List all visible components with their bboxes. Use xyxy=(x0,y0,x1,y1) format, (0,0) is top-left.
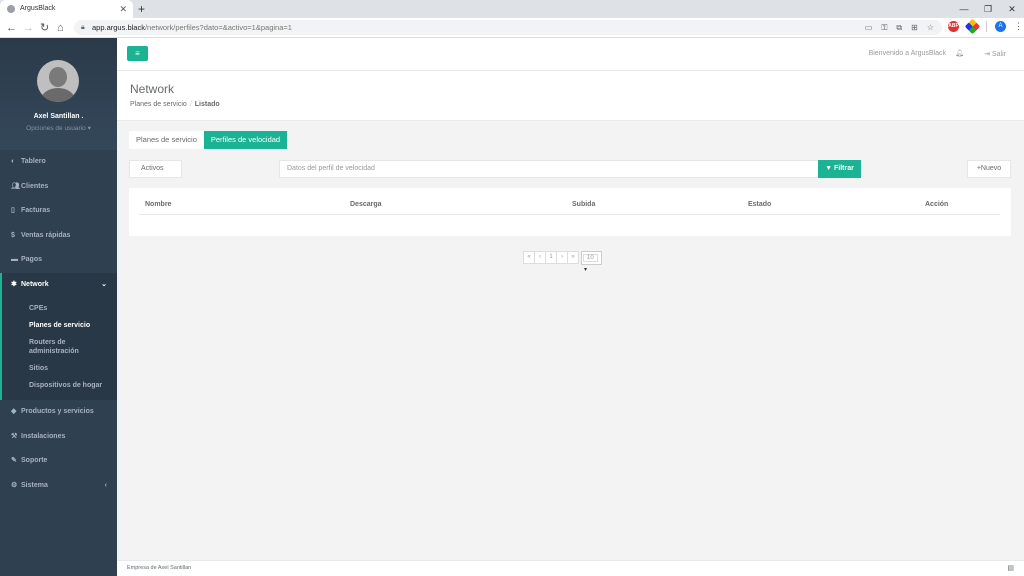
status-select[interactable]: Activos xyxy=(129,160,182,178)
money-icon: ▬ xyxy=(11,256,18,263)
wrench-icon: ⚒ xyxy=(11,432,18,440)
home-icon[interactable]: ⌂ xyxy=(57,20,64,36)
column-header-subida[interactable]: Subida xyxy=(572,201,595,208)
sidebar-item-productos[interactable]: ◆ Productos y servicios xyxy=(0,400,117,425)
network-submenu: CPEs Planes de servicio Routers de admin… xyxy=(0,297,117,400)
browser-toolbar: ← → ↻ ⌂ 🔒︎ app.argus.black/network/perfi… xyxy=(0,18,1024,38)
user-options-dropdown[interactable]: Opciones de usuario ▾ xyxy=(0,124,117,132)
support-icon: ✎ xyxy=(11,457,17,464)
hamburger-icon: ≡ xyxy=(135,49,140,58)
sidebar-item-network[interactable]: ✱ Network ⌄ xyxy=(0,272,117,297)
new-button[interactable]: +Nuevo xyxy=(967,160,1011,178)
sidebar-item-ventas[interactable]: $ Ventas rápidas xyxy=(0,224,117,249)
menu-dots-icon[interactable]: ⋮ xyxy=(1014,21,1023,32)
page-heading: Network Planes de servicio / Listado xyxy=(117,71,1024,121)
lock-icon: 🔒︎ xyxy=(81,24,85,31)
url-host: app.argus.black xyxy=(92,23,145,32)
dashboard-icon: ◐ xyxy=(11,158,16,165)
column-header-estado[interactable]: Estado xyxy=(748,201,771,208)
new-tab-button[interactable]: + xyxy=(138,0,145,18)
adblock-extension-icon[interactable]: ABP xyxy=(948,21,959,32)
submenu-item-routers[interactable]: Routers de administración xyxy=(2,334,117,360)
sidebar-item-instalaciones[interactable]: ⚒ Instalaciones xyxy=(0,425,117,450)
logout-link[interactable]: ⇥ Salir xyxy=(984,50,1006,58)
breadcrumb: Planes de servicio / Listado xyxy=(130,101,220,108)
sidebar: Axel Santillan . Opciones de usuario ▾ ◐… xyxy=(0,38,117,576)
filter-bar: Activos Datos del perfil de velocidad ▼ … xyxy=(129,160,1011,178)
forward-icon[interactable]: → xyxy=(23,20,34,36)
last-page-button[interactable]: » xyxy=(567,251,579,264)
browser-tab-strip: ArgusBlack ✕ + — ❐ ✕ xyxy=(0,0,1024,18)
breadcrumb-current: Listado xyxy=(194,101,220,108)
tag-icon: ◆ xyxy=(11,408,17,415)
chevron-left-icon: ‹ xyxy=(104,481,107,489)
user-name: Axel Santillan . xyxy=(33,113,84,120)
chevron-down-icon: ⌄ xyxy=(101,280,107,288)
sidebar-item-soporte[interactable]: ✎ Soporte xyxy=(0,449,117,474)
network-icon: ✱ xyxy=(11,280,17,288)
colorful-extension-icon[interactable] xyxy=(964,18,981,35)
submenu-item-sitios[interactable]: Sitios xyxy=(2,360,117,377)
table-panel: Nombre Descarga Subida Estado Acción xyxy=(129,188,1011,236)
bell-icon[interactable]: 🔔︎ xyxy=(955,49,964,57)
translate-icon[interactable]: ⊞ xyxy=(911,20,918,35)
avatar xyxy=(37,60,79,102)
restore-icon[interactable]: ❐ xyxy=(976,0,1000,18)
filter-icon: ▼ xyxy=(825,165,835,172)
submenu-item-cpes[interactable]: CPEs xyxy=(2,300,117,317)
tab-title: ArgusBlack xyxy=(20,5,56,12)
pagination: « ‹ 1 › » 10 ▾ xyxy=(523,251,602,273)
dollar-icon: $ xyxy=(11,231,15,239)
cogs-icon: ⚙ xyxy=(11,481,18,489)
search-input[interactable]: Datos del perfil de velocidad xyxy=(279,160,819,178)
column-header-descarga[interactable]: Descarga xyxy=(350,201,382,208)
url-path: /network/perfiles?dato=&activo=1&pagina=… xyxy=(144,23,292,32)
users-icon: 👥︎ xyxy=(11,182,20,190)
window-controls: — ❐ ✕ xyxy=(952,0,1024,18)
back-icon[interactable]: ← xyxy=(6,20,17,36)
welcome-message: Bienvenido a ArgusBlack xyxy=(868,50,946,57)
footer: Empresa de Axel Santillan ▤ xyxy=(117,560,1024,576)
sidebar-item-clientes[interactable]: 👥︎Clientes xyxy=(0,175,117,200)
sidebar-item-facturas[interactable]: ▯ Facturas xyxy=(0,199,117,224)
address-bar[interactable]: 🔒︎ app.argus.black/network/perfiles?dato… xyxy=(74,20,942,35)
close-tab-icon[interactable]: ✕ xyxy=(119,0,127,18)
sign-out-icon: ⇥ xyxy=(984,51,992,58)
profile-panel: Axel Santillan . Opciones de usuario ▾ xyxy=(0,38,117,150)
column-header-nombre[interactable]: Nombre xyxy=(145,201,171,208)
footer-icon: ▤ xyxy=(1007,565,1014,572)
tab-planes-de-servicio[interactable]: Planes de servicio xyxy=(129,131,204,149)
sidebar-item-tablero[interactable]: ◐ Tablero xyxy=(0,150,117,175)
close-window-icon[interactable]: ✕ xyxy=(1000,0,1024,18)
reload-icon[interactable]: ↻ xyxy=(40,20,49,36)
favicon-icon xyxy=(7,5,15,13)
cast-icon[interactable]: ▭ xyxy=(865,20,873,35)
extensions: ABP A ⋮ xyxy=(948,18,1023,35)
footer-text: Empresa de Axel Santillan xyxy=(127,565,192,571)
minimize-icon[interactable]: — xyxy=(952,0,976,18)
sidebar-item-sistema[interactable]: ⚙ Sistema ‹ xyxy=(0,474,117,499)
profile-avatar-icon[interactable]: A xyxy=(995,21,1006,32)
file-icon: ▯ xyxy=(11,207,15,214)
toolbar-divider xyxy=(986,21,987,32)
submenu-item-planes[interactable]: Planes de servicio xyxy=(2,317,117,334)
open-in-icon[interactable]: ⧉ xyxy=(896,20,902,35)
tab-perfiles-de-velocidad[interactable]: Perfiles de velocidad xyxy=(203,131,288,149)
page-title: Network xyxy=(130,82,175,96)
key-icon[interactable]: ⚿ xyxy=(881,20,887,35)
top-navbar: ≡ Bienvenido a ArgusBlack 🔔︎ ⇥ Salir xyxy=(117,38,1024,71)
breadcrumb-parent[interactable]: Planes de servicio xyxy=(130,101,187,108)
page-size-select[interactable]: 10 ▾ xyxy=(581,251,602,273)
column-header-accion: Acción xyxy=(925,201,949,208)
submenu-item-dispositivos[interactable]: Dispositivos de hogar xyxy=(2,377,117,394)
filter-button[interactable]: ▼ Filtrar xyxy=(818,160,861,178)
content-tabs: Planes de servicio Perfiles de velocidad xyxy=(129,131,288,149)
table-header: Nombre Descarga Subida Estado Acción xyxy=(139,198,1000,215)
star-icon[interactable]: ☆ xyxy=(927,20,934,35)
sidebar-item-pagos[interactable]: ▬ Pagos xyxy=(0,248,117,273)
browser-tab[interactable]: ArgusBlack ✕ xyxy=(0,0,133,18)
menu-toggle-button[interactable]: ≡ xyxy=(127,46,148,61)
